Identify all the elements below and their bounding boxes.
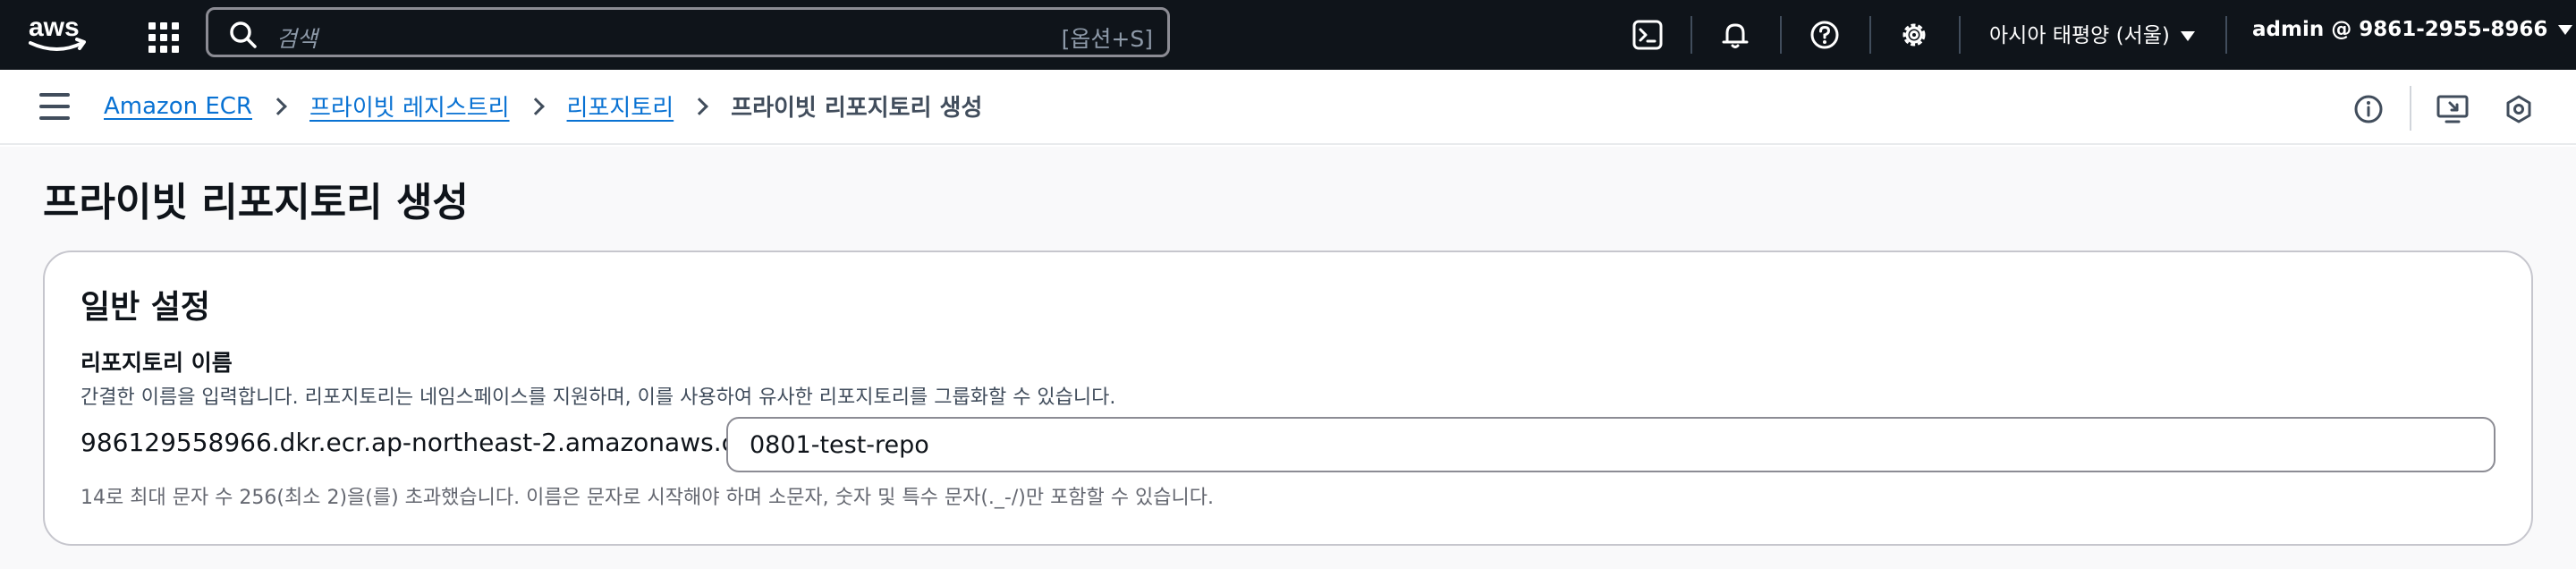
chevron-right-icon <box>526 97 545 115</box>
top-navigation: aws 검색 [옵션+S] 아시아 태평양 (서울) admin @ 9861-… <box>0 0 2576 70</box>
region-label: 아시아 태평양 (서울) <box>1989 24 2170 47</box>
caret-down-icon <box>2558 25 2573 35</box>
search-icon <box>230 21 257 48</box>
account-menu[interactable]: admin @ 9861-2955-8966 <box>2252 18 2573 41</box>
help-icon[interactable] <box>1805 15 1844 55</box>
breadcrumb-item-private-registry[interactable]: 프라이빗 레지스트리 <box>309 89 510 123</box>
page-title: 프라이빗 리포지토리 생성 <box>43 180 469 225</box>
breadcrumb-bar: Amazon ECR 프라이빗 레지스트리 리포지토리 프라이빗 리포지토리 생… <box>0 70 2576 145</box>
search-placeholder: 검색 <box>276 26 318 52</box>
aws-logo-text: aws <box>29 13 80 42</box>
cloudshell-icon[interactable] <box>1628 15 1667 55</box>
region-selector[interactable]: 아시아 태평양 (서울) <box>1989 18 2195 48</box>
breadcrumb-item-repositories[interactable]: 리포지토리 <box>567 89 674 123</box>
nav-divider <box>1959 16 1961 54</box>
repo-name-input[interactable] <box>726 417 2496 472</box>
account-label: admin @ 9861-2955-8966 <box>2252 18 2548 41</box>
gear-icon[interactable] <box>1894 15 1934 55</box>
breadcrumb: Amazon ECR 프라이빗 레지스트리 리포지토리 프라이빗 리포지토리 생… <box>104 89 982 123</box>
nav-divider <box>2225 16 2227 54</box>
nav-divider <box>1869 16 1871 54</box>
search-box[interactable]: 검색 [옵션+S] <box>206 7 1170 57</box>
feedback-icon[interactable] <box>2435 91 2470 127</box>
nav-divider <box>1690 16 1692 54</box>
hexagon-settings-icon[interactable] <box>2501 91 2537 127</box>
repo-name-label: 리포지토리 이름 <box>80 350 233 376</box>
panel-title: 일반 설정 <box>80 289 211 326</box>
breadcrumb-current: 프라이빗 리포지토리 생성 <box>731 95 983 122</box>
main-content: 프라이빗 리포지토리 생성 일반 설정 리포지토리 이름 간결한 이름을 입력합… <box>0 147 2576 569</box>
chevron-right-icon <box>691 97 709 115</box>
nav-divider <box>1780 16 1782 54</box>
service-menu-grid-icon[interactable] <box>143 17 179 53</box>
bell-icon[interactable] <box>1716 15 1755 55</box>
chevron-right-icon <box>269 97 287 115</box>
menu-icon[interactable] <box>39 93 70 120</box>
caret-down-icon <box>2180 31 2195 41</box>
repo-uri-prefix: 986129558966.dkr.ecr.ap-northeast-2.amaz… <box>80 428 784 457</box>
general-settings-panel: 일반 설정 리포지토리 이름 간결한 이름을 입력합니다. 리포지토리는 네임스… <box>43 251 2533 546</box>
search-shortcut-hint: [옵션+S] <box>1061 26 1153 52</box>
tool-divider <box>2410 86 2411 131</box>
repo-name-constraint-text: 14로 최대 문자 수 256(최소 2)을(를) 초과했습니다. 이름은 문자… <box>80 487 1214 509</box>
repo-name-description: 간결한 이름을 입력합니다. 리포지토리는 네임스페이스를 지원하며, 이를 사… <box>80 386 1116 409</box>
breadcrumb-item-amazon-ecr[interactable]: Amazon ECR <box>104 93 252 120</box>
aws-logo[interactable]: aws <box>25 9 91 57</box>
info-icon[interactable] <box>2351 91 2386 127</box>
